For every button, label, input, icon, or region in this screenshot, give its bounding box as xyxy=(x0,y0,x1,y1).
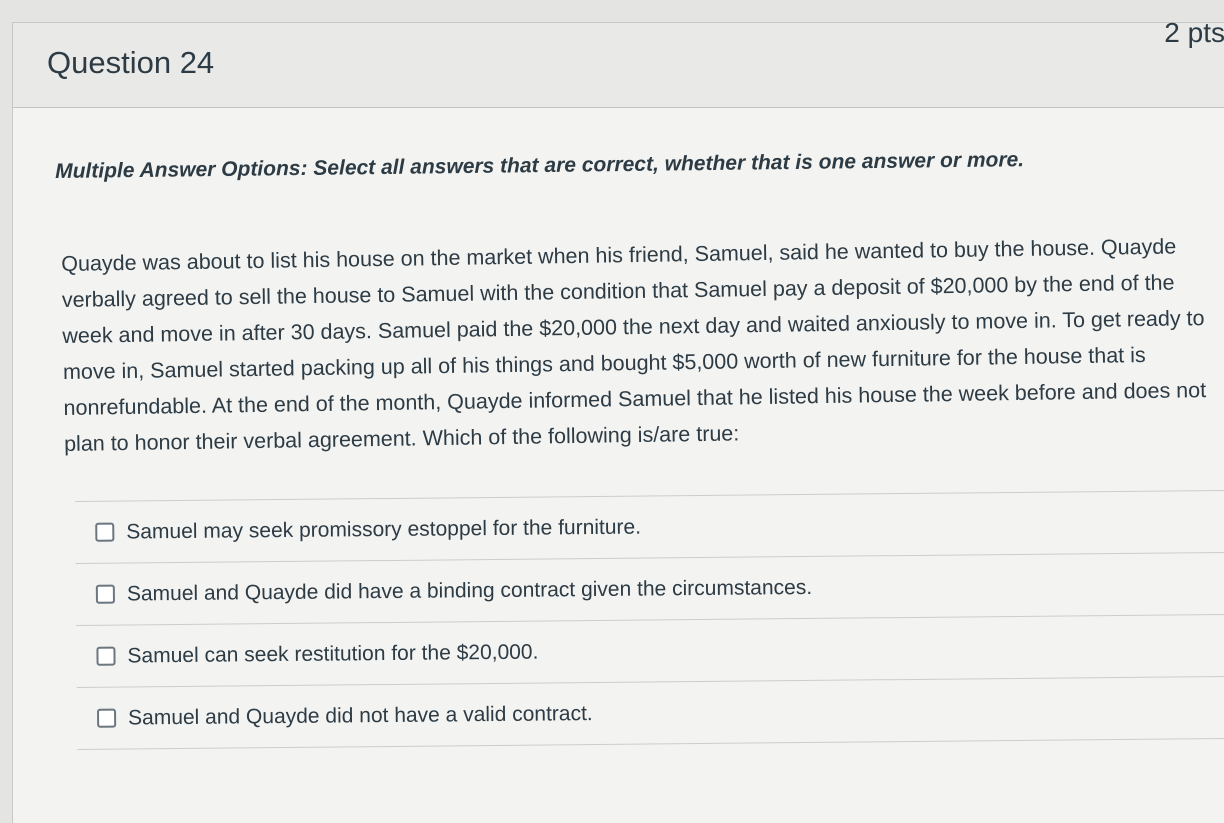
question-header: Question 24 2 pts xyxy=(13,17,1224,108)
answer-option-3[interactable]: Samuel can seek restitution for the $20,… xyxy=(76,614,1224,688)
answer-label[interactable]: Samuel can seek restitution for the $20,… xyxy=(127,640,538,668)
question-title: Question 24 xyxy=(47,45,215,80)
answer-option-1[interactable]: Samuel may seek promissory estoppel for … xyxy=(75,490,1224,564)
checkbox-icon[interactable] xyxy=(95,584,115,604)
question-points: 2 pts xyxy=(1164,17,1224,48)
question-text: Quayde was about to list his house on th… xyxy=(61,234,1207,456)
answer-option-2[interactable]: Samuel and Quayde did have a binding con… xyxy=(75,552,1224,626)
answer-list: Samuel may seek promissory estoppel for … xyxy=(75,489,1224,750)
answer-label[interactable]: Samuel and Quayde did have a binding con… xyxy=(127,575,812,606)
answer-option-4[interactable]: Samuel and Quayde did not have a valid c… xyxy=(76,676,1224,750)
checkbox-icon[interactable] xyxy=(96,708,117,728)
checkbox-icon[interactable] xyxy=(96,646,116,666)
question-body: Multiple Answer Options: Select all answ… xyxy=(13,108,1224,823)
checkbox-icon[interactable] xyxy=(95,522,115,542)
instructions-text: Multiple Answer Options: Select all answ… xyxy=(55,148,1025,183)
answer-label[interactable]: Samuel and Quayde did not have a valid c… xyxy=(128,702,593,730)
question-card: Question 24 2 pts Multiple Answer Option… xyxy=(12,17,1224,823)
answer-label[interactable]: Samuel may seek promissory estoppel for … xyxy=(126,515,641,544)
